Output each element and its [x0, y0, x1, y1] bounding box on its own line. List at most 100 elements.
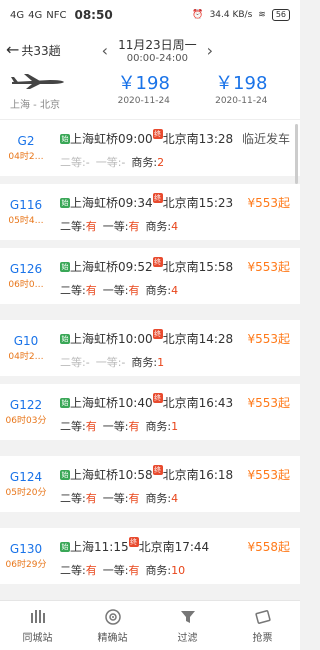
- end-station-badge: 终: [152, 192, 163, 203]
- seat-value: 1: [157, 356, 165, 369]
- train-info: G2 04时2…: [0, 120, 52, 176]
- flight-route: 上海 - 北京: [10, 100, 60, 111]
- train-card[interactable]: G130 06时29分 始 上海11:15 终 北京南17:44 ¥558起 二…: [0, 528, 300, 584]
- back-button[interactable]: ← 共33趟: [6, 42, 61, 59]
- prev-day-chevron-icon[interactable]: ‹: [102, 41, 108, 60]
- target-icon: [104, 608, 121, 625]
- train-card[interactable]: G2 04时2… 始 上海虹桥09:00 终 北京南13:28 临近发车 二等:…: [0, 120, 300, 176]
- train-number: G126: [9, 262, 43, 276]
- arrival: 北京南14:28: [162, 332, 234, 346]
- flight-price-1[interactable]: ￥198 2020-11-24: [95, 72, 193, 106]
- flight-price-date: 2020-11-24: [117, 96, 170, 106]
- seat-availability: 二等:- 一等:- 商务:2: [60, 154, 164, 170]
- seat-class: 二等:有: [60, 562, 97, 578]
- flight-price-2[interactable]: ￥198 2020-11-24: [193, 72, 291, 106]
- seat-label: 商务:: [131, 356, 158, 369]
- train-card[interactable]: G124 05时20分 始 上海虹桥10:58 终 北京南16:18 ¥553起…: [0, 456, 300, 512]
- alarm-icon: ⏰: [192, 10, 204, 20]
- seat-value: -: [85, 356, 90, 369]
- seat-label: 一等:: [102, 420, 129, 433]
- departure: 上海虹桥10:58: [70, 468, 153, 482]
- departure: 上海虹桥09:34: [70, 196, 153, 210]
- funnel-icon: [180, 610, 195, 623]
- seat-label: 二等:: [60, 564, 86, 577]
- train-times: 始 上海虹桥10:40 终 北京南16:43: [60, 392, 234, 411]
- seat-label: 二等:: [60, 156, 86, 169]
- train-card[interactable]: G10 04时2… 始 上海虹桥10:00 终 北京南14:28 ¥553起 二…: [0, 320, 300, 376]
- seat-class: 二等:-: [60, 354, 90, 370]
- arrival: 北京南16:43: [162, 396, 234, 410]
- seat-value: 有: [85, 492, 97, 505]
- start-station-badge: 始: [60, 397, 70, 408]
- train-duration: 06时29分: [5, 560, 47, 570]
- train-card[interactable]: G116 05时4… 始 上海虹桥09:34 终 北京南15:23 ¥553起 …: [0, 184, 300, 240]
- start-station-badge: 始: [60, 197, 70, 208]
- train-card[interactable]: G126 06时0… 始 上海虹桥09:52 终 北京南15:58 ¥553起 …: [0, 248, 300, 304]
- end-station-badge: 终: [152, 328, 163, 339]
- bottom-tab-bar: 同城站 精确站 过滤 抢票: [0, 600, 300, 650]
- flight-banner[interactable]: 上海 - 北京 ￥198 2020-11-24 ￥198 2020-11-24: [0, 70, 300, 120]
- seat-availability: 二等:有 一等:有 商务:1: [60, 418, 178, 434]
- train-duration: 05时20分: [5, 488, 47, 498]
- flight-price-value: ￥198: [215, 73, 268, 94]
- train-card[interactable]: G122 06时03分 始 上海虹桥10:40 终 北京南16:43 ¥553起…: [0, 384, 300, 440]
- seat-label: 一等:: [95, 156, 122, 169]
- departure: 上海虹桥09:00: [70, 132, 153, 146]
- seat-label: 商务:: [131, 156, 158, 169]
- departure: 上海虹桥10:00: [70, 332, 153, 346]
- seat-label: 一等:: [102, 564, 129, 577]
- seat-value: 有: [128, 420, 140, 433]
- seat-class: 二等:-: [60, 154, 90, 170]
- signal-4g-1: 4G: [10, 9, 25, 21]
- wifi-icon: ≋: [258, 10, 266, 20]
- header: ← 共33趟 ‹ 11月23日周一 00:00-24:00 ›: [0, 30, 300, 70]
- tab-exact-station[interactable]: 精确站: [75, 601, 150, 650]
- start-station-badge: 始: [60, 333, 70, 344]
- seat-class: 二等:有: [60, 218, 97, 234]
- end-station-badge: 终: [128, 536, 139, 547]
- seat-class: 商务:4: [145, 282, 178, 298]
- seat-class: 商务:10: [145, 562, 185, 578]
- seat-label: 一等:: [102, 284, 129, 297]
- flight-price-date: 2020-11-24: [215, 96, 268, 106]
- tab-label: 精确站: [97, 632, 128, 644]
- station-bars-icon: [30, 609, 45, 623]
- tab-label: 同城站: [22, 632, 53, 644]
- scrollbar[interactable]: [295, 124, 298, 184]
- next-day-chevron-icon[interactable]: ›: [207, 41, 213, 60]
- seat-value: -: [85, 156, 90, 169]
- time-range-label: 00:00-24:00: [126, 53, 188, 64]
- start-station-badge: 始: [60, 261, 70, 272]
- tab-filter[interactable]: 过滤: [150, 601, 225, 650]
- train-number: G116: [9, 198, 43, 212]
- train-times: 始 上海虹桥09:34 终 北京南15:23: [60, 192, 233, 211]
- tab-grab-ticket[interactable]: 抢票: [225, 601, 300, 650]
- seat-value: 有: [128, 564, 140, 577]
- seat-class: 二等:有: [60, 490, 97, 506]
- start-station-badge: 始: [60, 133, 70, 144]
- seat-availability: 二等:有 一等:有 商务:4: [60, 218, 178, 234]
- seat-availability: 二等:- 一等:- 商务:1: [60, 354, 164, 370]
- seat-value: 2: [157, 156, 165, 169]
- seat-label: 二等:: [60, 220, 86, 233]
- ticket-price: ¥553起: [247, 332, 290, 346]
- start-station-badge: 始: [60, 541, 70, 552]
- airplane-icon: [11, 74, 64, 89]
- tab-same-city[interactable]: 同城站: [0, 601, 75, 650]
- seat-label: 二等:: [60, 492, 86, 505]
- date-picker[interactable]: 11月23日周一 00:00-24:00: [118, 36, 197, 64]
- arrival: 北京南15:58: [162, 260, 234, 274]
- seat-class: 商务:4: [145, 218, 178, 234]
- end-station-badge: 终: [152, 256, 163, 267]
- seat-value: -: [121, 156, 126, 169]
- seat-value: 有: [128, 220, 140, 233]
- start-station-badge: 始: [60, 469, 70, 480]
- seat-label: 一等:: [102, 492, 129, 505]
- train-times: 始 上海虹桥09:00 终 北京南13:28: [60, 128, 233, 147]
- ticket-price: ¥553起: [247, 468, 290, 482]
- train-count: 共33趟: [21, 43, 61, 58]
- seat-value: 有: [85, 564, 97, 577]
- train-duration: 04时2…: [8, 352, 44, 362]
- seat-value: 1: [171, 420, 179, 433]
- train-number: G122: [9, 398, 43, 412]
